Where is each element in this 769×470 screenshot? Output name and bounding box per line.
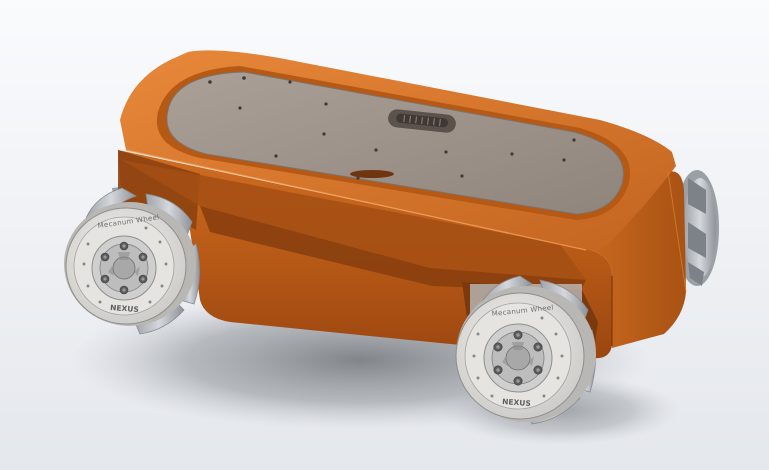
rim-notch	[350, 170, 394, 178]
cad-viewport: Mecanum Wheel NEXUS Mecanum Wheel NEXUS	[0, 0, 769, 470]
robot-render: Mecanum Wheel NEXUS Mecanum Wheel NEXUS	[0, 0, 769, 470]
